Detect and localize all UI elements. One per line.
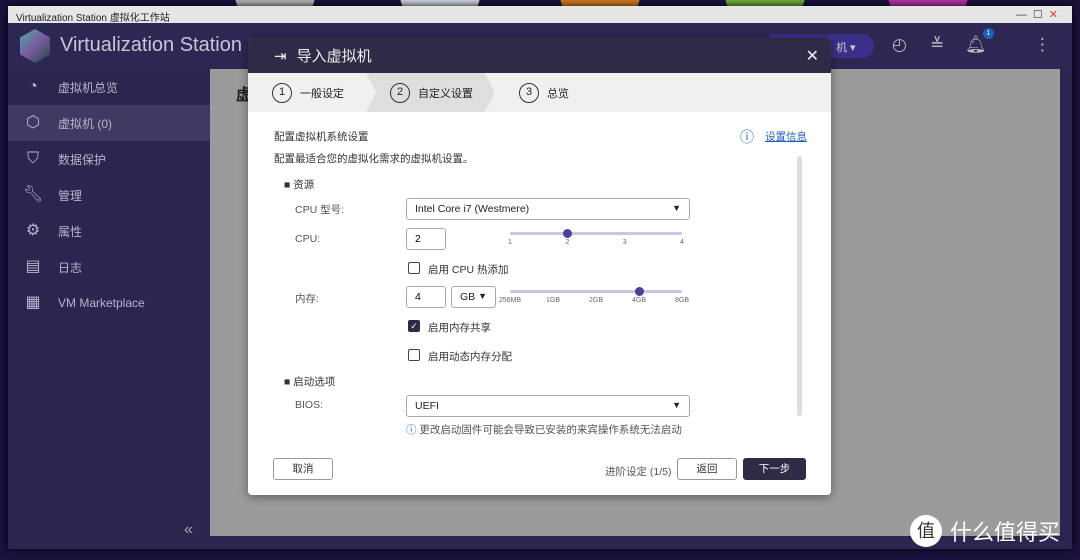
gauge-icon: ◔ — [28, 78, 38, 95]
cpu-hotplug-label: 启用 CPU 热添加 — [428, 264, 509, 276]
memory-label: 内存: — [295, 293, 319, 305]
step-general: 1 一般设定 — [248, 73, 366, 112]
watermark: 值什么值得买 — [910, 515, 1060, 547]
notification-badge: 1 — [983, 28, 994, 39]
watermark-text: 什么值得买 — [950, 520, 1061, 545]
cpu-count-input[interactable]: 2 — [406, 228, 446, 250]
more-icon[interactable]: ⋮ — [1034, 35, 1051, 55]
wrench-icon: 🔧︎ — [22, 186, 44, 203]
slider-tick-label: 1GB — [545, 297, 561, 304]
bios-label: BIOS: — [295, 399, 324, 411]
memory-unit-select[interactable]: GB ▼ — [451, 286, 496, 308]
cancel-button[interactable]: 取消 — [273, 458, 333, 480]
cpu-slider-handle[interactable] — [563, 229, 573, 238]
boot-heading: ■ 启动选项 — [284, 376, 336, 388]
slider-tick-label: 256MB — [498, 297, 522, 304]
wizard-steps: 1 一般设定 2 自定义设置 3 总览 — [248, 73, 831, 112]
sidebar-item-properties[interactable]: ⚙ 属性 — [8, 213, 210, 249]
sidebar-item-logs[interactable]: ▤ 日志 — [8, 249, 210, 285]
collapse-sidebar-icon[interactable]: « — [184, 521, 193, 539]
sidebar-item-marketplace[interactable]: ▦ VM Marketplace — [8, 285, 210, 321]
sidebar: ◔ 虚拟机总览 ⬡ 虚拟机 (0) ⛉ 数据保护 🔧︎ 管理 ⚙ 属性 ▤ 日志 ▦ VM M… — [8, 69, 210, 549]
step-custom: 2 自定义设置 — [366, 73, 495, 112]
cpu-model-select[interactable]: Intel Core i7 (Westmere) ▼ — [406, 198, 690, 220]
memory-input[interactable]: 4 — [406, 286, 446, 308]
cpu-hotplug-checkbox[interactable] — [408, 262, 420, 274]
title-bar: Virtualization Station 虚拟化工作站 —☐✕ — [8, 6, 1072, 24]
scrollbar[interactable] — [797, 156, 802, 416]
dialog-body: 配置虚拟机系统设置 配置最适合您的虚拟化需求的虚拟机设置。 ⓘ 设置信息 ■ 资… — [248, 112, 831, 448]
memory-share-label: 启用内存共享 — [428, 322, 491, 334]
watermark-logo: 值 — [910, 515, 942, 547]
store-icon: ▦ — [25, 294, 41, 311]
dialog-header: ⇥ 导入虚拟机 ✕ — [248, 38, 831, 73]
slider-tick-label: 2 — [565, 239, 570, 246]
cpu-slider[interactable] — [510, 229, 682, 238]
memory-slider[interactable] — [510, 287, 682, 296]
app-logo — [20, 29, 50, 63]
slider-tick-label: 4GB — [631, 297, 647, 304]
dynamic-memory-label: 启用动态内存分配 — [428, 351, 512, 363]
shield-icon: ⛉ — [26, 150, 39, 167]
import-icon: ⇥ — [274, 47, 287, 65]
info-icon: ⓘ — [406, 424, 417, 436]
section-desc: 配置最适合您的虚拟化需求的虚拟机设置。 — [274, 153, 474, 165]
sidebar-item-manage[interactable]: 🔧︎ 管理 — [8, 177, 210, 213]
slider-tick-label: 1 — [508, 239, 512, 246]
slider-tick-label: 2GB — [588, 297, 604, 304]
back-button[interactable]: 返回 — [677, 458, 737, 480]
bios-note: ⓘ 更改启动固件可能会导致已安装的来宾操作系统无法启动 — [406, 422, 682, 437]
minimize-icon[interactable]: — — [1016, 9, 1033, 21]
slider-tick-label: 4 — [680, 239, 684, 246]
log-icon: ▤ — [25, 258, 41, 275]
sidebar-item-vms[interactable]: ⬡ 虚拟机 (0) — [8, 105, 210, 141]
bios-note-text: 更改启动固件可能会导致已安装的来宾操作系统无法启动 — [419, 424, 682, 436]
sidebar-item-protection[interactable]: ⛉ 数据保护 — [8, 141, 210, 177]
dashboard-icon[interactable]: ◴ — [892, 35, 907, 55]
cpu-label: CPU: — [295, 233, 321, 245]
info-icon: ⓘ — [740, 129, 754, 145]
section-title: 配置虚拟机系统设置 — [274, 131, 369, 143]
next-button[interactable]: 下一步 — [743, 458, 806, 480]
maximize-icon[interactable]: ☐ — [1033, 9, 1049, 21]
slider-tick-label: 3 — [622, 239, 627, 246]
resources-heading: ■ 资源 — [284, 179, 315, 191]
settings-info-link[interactable]: 设置信息 — [765, 129, 807, 144]
dynamic-memory-checkbox[interactable] — [408, 349, 420, 361]
sidebar-item-overview[interactable]: ◔ 虚拟机总览 — [8, 69, 210, 105]
progress-text: 进阶设定 (1/5) — [605, 466, 672, 478]
memory-slider-handle[interactable] — [635, 287, 644, 296]
app-name: Virtualization Station — [60, 34, 242, 56]
close-window-icon[interactable]: ✕ — [1049, 9, 1064, 21]
import-vm-dialog: ⇥ 导入虚拟机 ✕ 1 一般设定 2 自定义设置 3 总览 配置虚拟机系统设置 配置最… — [248, 38, 831, 495]
slider-tick-label: 8GB — [674, 297, 690, 304]
close-dialog-icon[interactable]: ✕ — [806, 46, 819, 66]
bell-icon[interactable]: 🔔︎ — [965, 35, 987, 55]
step-summary: 3 总览 — [495, 73, 591, 112]
bios-select[interactable]: UEFI ▼ — [406, 395, 690, 417]
dialog-title: 导入虚拟机 — [296, 48, 372, 65]
gear-icon: ⚙ — [25, 222, 41, 239]
cpu-model-label: CPU 型号: — [295, 204, 345, 216]
cube-icon: ⬡ — [26, 114, 40, 131]
tasks-icon[interactable]: ≚ — [930, 35, 944, 55]
memory-share-checkbox[interactable]: ✓ — [408, 320, 420, 332]
